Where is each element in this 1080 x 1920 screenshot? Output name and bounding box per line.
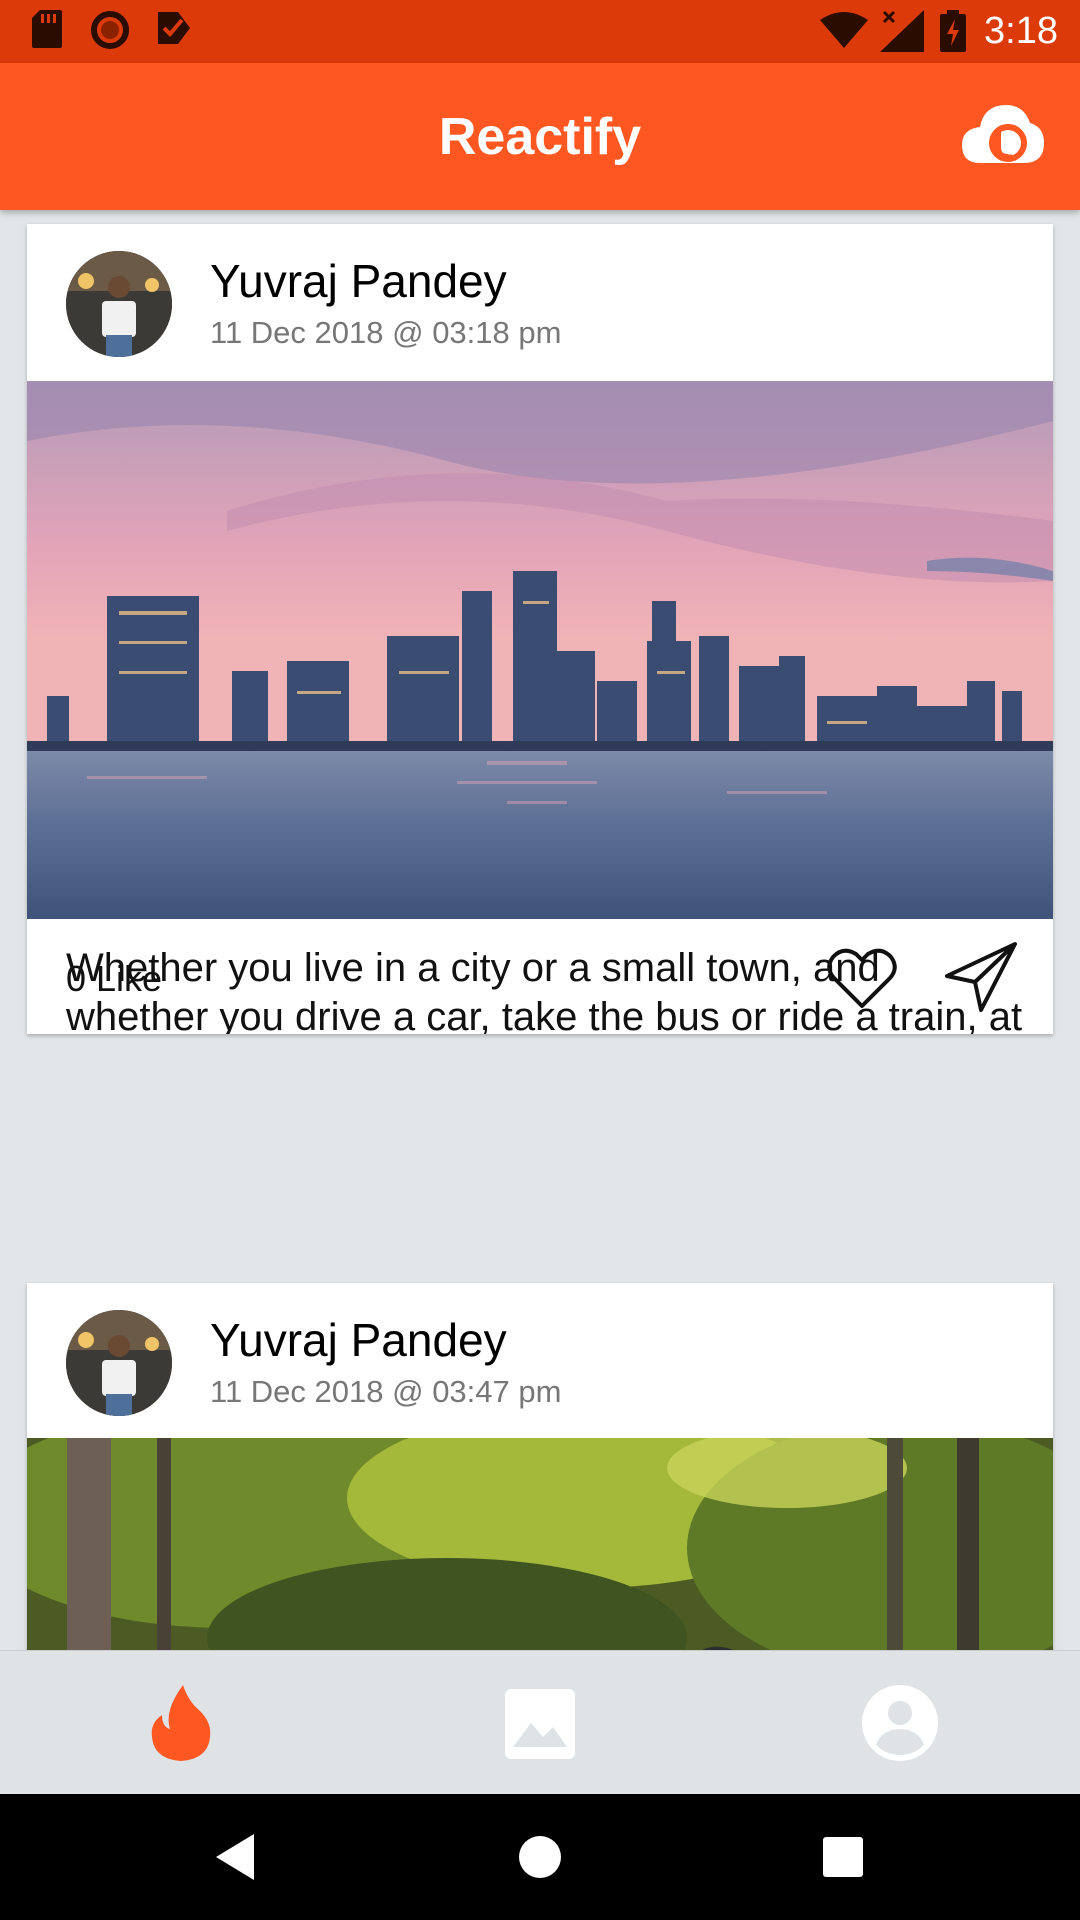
checklist-notification-icon [158,12,190,44]
circle-notification-icon [91,11,129,49]
post-timestamp: 11 Dec 2018 @ 03:47 pm [210,1374,562,1409]
author-name[interactable]: Yuvraj Pandey [210,1313,507,1367]
post-card: Yuvraj Pandey 11 Dec 2018 @ 03:18 pm Whe… [27,224,1053,1034]
post-card: Yuvraj Pandey 11 Dec 2018 @ 03:47 pm [27,1283,1053,1650]
sd-card-icon [32,10,62,48]
nav-tab-gallery[interactable] [360,1651,720,1795]
post-image[interactable] [27,381,1053,919]
wifi-icon [820,12,868,48]
flame-icon [151,1685,211,1761]
battery-charging-icon [940,10,966,52]
post-timestamp: 11 Dec 2018 @ 03:18 pm [210,315,562,350]
account-circle-icon [862,1685,938,1761]
system-navigation-bar [0,1794,1080,1920]
status-bar: 3:18 [0,0,1080,63]
recents-icon[interactable] [810,1824,876,1890]
post-feed[interactable]: Yuvraj Pandey 11 Dec 2018 @ 03:18 pm Whe… [0,210,1080,1650]
app-bar: Reactify [0,63,1080,210]
nav-tab-feed[interactable] [0,1651,360,1795]
status-time: 3:18 [984,10,1058,52]
back-icon[interactable] [204,1824,270,1890]
nav-tab-profile[interactable] [720,1651,1080,1795]
heart-outline-icon[interactable] [827,946,897,1010]
send-icon[interactable] [945,942,1017,1012]
home-icon[interactable] [507,1824,573,1890]
author-name[interactable]: Yuvraj Pandey [210,254,507,308]
author-avatar[interactable] [66,1310,172,1416]
cloud-upload-icon[interactable] [960,99,1044,175]
bottom-nav [0,1650,1080,1794]
image-icon [505,1689,575,1759]
app-title: Reactify [438,108,642,166]
post-image[interactable] [27,1438,1053,1650]
author-avatar[interactable] [66,251,172,357]
cell-signal-no-data-icon [880,10,924,52]
